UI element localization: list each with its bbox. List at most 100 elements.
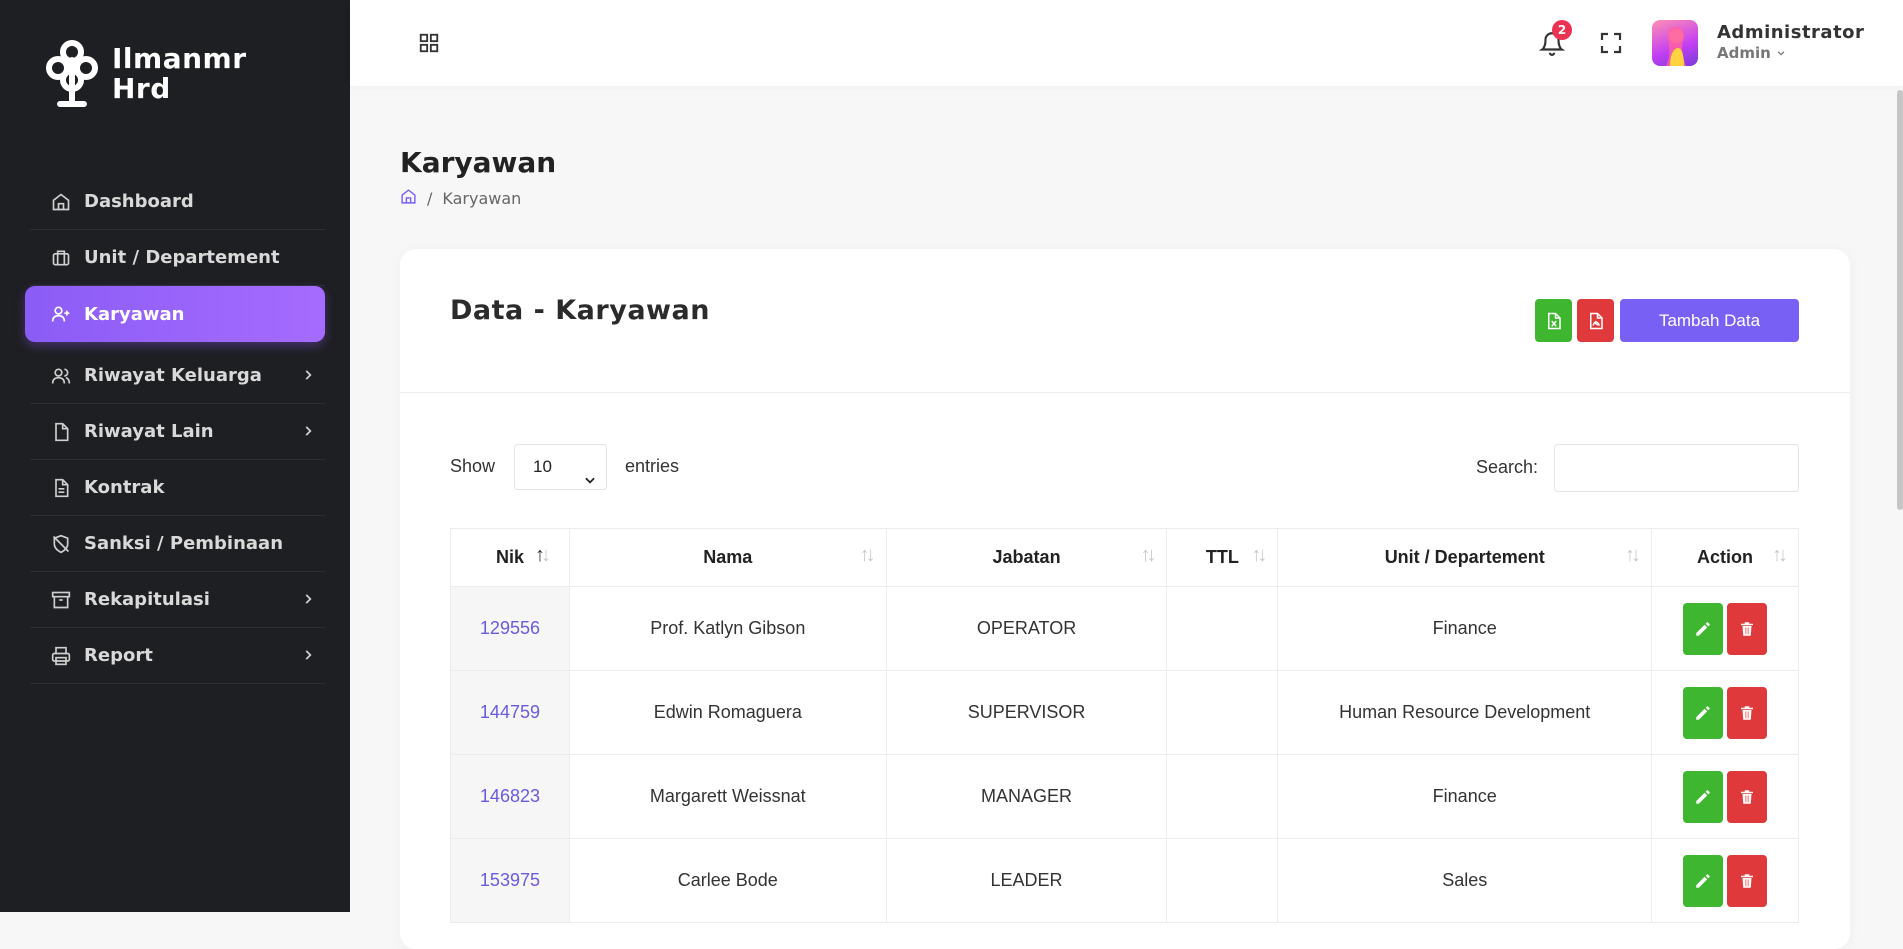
header-label: Nik: [495, 547, 524, 567]
sidebar-item-unit-departement[interactable]: Unit / Departement: [30, 230, 325, 286]
file-excel-icon: [1547, 312, 1561, 329]
printer-icon: [50, 645, 72, 667]
chevron-right-icon: [301, 590, 315, 611]
nik-link[interactable]: 129556: [450, 586, 570, 671]
sidebar-item-label: Dashboard: [84, 191, 194, 212]
sidebar-item-rekapitulasi[interactable]: Rekapitulasi: [30, 572, 325, 628]
cell-jabatan: MANAGER: [885, 754, 1168, 839]
search-input[interactable]: [1554, 444, 1799, 492]
fullscreen-icon[interactable]: [1599, 31, 1623, 59]
add-data-button[interactable]: Tambah Data: [1620, 299, 1799, 342]
delete-button[interactable]: [1727, 854, 1768, 907]
shield-off-icon: [50, 533, 72, 555]
column-header-ttl[interactable]: TTL ↑↓: [1166, 528, 1279, 587]
pencil-icon: [1696, 789, 1710, 804]
cell-ttl: [1166, 754, 1279, 839]
sidebar-item-kontrak[interactable]: Kontrak: [30, 460, 325, 516]
export-excel-button[interactable]: [1535, 299, 1572, 342]
cell-unit: Finance: [1277, 586, 1653, 671]
cell-unit: Finance: [1277, 754, 1653, 839]
cell-jabatan: SUPERVISOR: [885, 670, 1168, 755]
divider: [400, 392, 1850, 393]
chevron-right-icon: [301, 422, 315, 443]
avatar[interactable]: [1652, 20, 1698, 66]
header-label: TTL: [1205, 547, 1239, 567]
trash-icon: [1741, 705, 1754, 720]
file-text-icon: [50, 477, 72, 499]
sidebar-item-sanksi-pembinaan[interactable]: Sanksi / Pembinaan: [30, 516, 325, 572]
page-size-select[interactable]: 10: [514, 444, 607, 490]
table-header-row: Nik ↑↓ Nama ↑↓ Jabatan ↑↓ TTL ↑↓ Unit / …: [450, 528, 1799, 587]
show-label: Show: [450, 456, 496, 476]
apps-grid-icon[interactable]: [418, 32, 440, 58]
column-header-unit[interactable]: Unit / Departement ↑↓: [1277, 528, 1653, 587]
nik-link[interactable]: 144759: [450, 670, 570, 755]
chevron-down-icon: [1776, 44, 1786, 62]
cell-action: [1651, 586, 1799, 671]
edit-button[interactable]: [1683, 770, 1724, 823]
sidebar-item-riwayat-lain[interactable]: Riwayat Lain: [30, 404, 325, 460]
sidebar-item-label: Sanksi / Pembinaan: [84, 533, 284, 554]
export-pdf-button[interactable]: [1577, 299, 1614, 342]
sort-icon: ↑↓: [859, 544, 876, 566]
cell-jabatan: LEADER: [885, 838, 1168, 923]
sidebar-item-label: Karyawan: [84, 303, 185, 325]
home-icon[interactable]: [400, 188, 417, 209]
table-row: 146823 Margarett Weissnat MANAGER Financ…: [450, 754, 1799, 839]
delete-button[interactable]: [1727, 770, 1768, 823]
sidebar-item-label: Riwayat Lain: [84, 421, 214, 442]
file-icon: [50, 421, 72, 443]
header-label: Action: [1697, 547, 1754, 567]
cell-nama: Prof. Katlyn Gibson: [568, 586, 887, 671]
sort-asc-icon: ↑↓: [535, 544, 551, 566]
archive-icon: [50, 589, 72, 611]
trash-icon: [1741, 789, 1754, 804]
chevron-down-icon: [583, 460, 597, 504]
cell-nama: Edwin Romaguera: [568, 670, 887, 755]
sidebar-item-dashboard[interactable]: Dashboard: [30, 174, 325, 230]
cell-ttl: [1166, 586, 1279, 671]
tree-logo-icon: [46, 40, 98, 107]
column-header-nama[interactable]: Nama ↑↓: [568, 528, 887, 587]
column-header-jabatan[interactable]: Jabatan ↑↓: [885, 528, 1168, 587]
nik-link[interactable]: 146823: [450, 754, 570, 839]
home-icon: [50, 191, 72, 213]
edit-button[interactable]: [1683, 854, 1724, 907]
cell-nama: Carlee Bode: [568, 838, 887, 923]
sidebar-item-label: Report: [84, 645, 153, 666]
brand-logo[interactable]: Ilmanmr Hrd: [44, 38, 282, 110]
column-header-action[interactable]: Action ↑↓: [1651, 528, 1799, 587]
cell-ttl: [1166, 670, 1279, 755]
delete-button[interactable]: [1727, 686, 1768, 739]
sort-icon: ↑↓: [1251, 544, 1267, 566]
trash-icon: [1741, 873, 1754, 888]
page-scrollbar[interactable]: [1897, 90, 1903, 510]
table-row: 144759 Edwin Romaguera SUPERVISOR Human …: [450, 670, 1799, 755]
header-label: Nama: [703, 547, 753, 567]
sort-icon: ↑↓: [1772, 544, 1788, 566]
column-header-nik[interactable]: Nik ↑↓: [450, 528, 570, 587]
user-role-dropdown[interactable]: Admin: [1717, 44, 1786, 62]
cell-unit: Sales: [1277, 838, 1653, 923]
briefcase-icon: [50, 247, 72, 269]
nik-link[interactable]: 153975: [450, 838, 570, 923]
sidebar-item-label: Rekapitulasi: [84, 589, 210, 610]
user-name[interactable]: Administrator: [1717, 22, 1864, 43]
breadcrumb-current: Karyawan: [442, 189, 522, 208]
edit-button[interactable]: [1683, 686, 1724, 739]
delete-button[interactable]: [1727, 602, 1768, 655]
page-size-value: 10: [533, 457, 552, 476]
user-role-label: Admin: [1717, 44, 1771, 62]
sidebar-item-riwayat-keluarga[interactable]: Riwayat Keluarga: [30, 348, 325, 404]
cell-ttl: [1166, 838, 1279, 923]
sort-icon: ↑↓: [1140, 544, 1156, 566]
cell-action: [1651, 838, 1799, 923]
entries-label: entries: [625, 456, 680, 476]
cell-unit: Human Resource Development: [1277, 670, 1653, 755]
sidebar-item-report[interactable]: Report: [30, 628, 325, 684]
sidebar-item-karyawan[interactable]: Karyawan: [25, 286, 325, 342]
breadcrumb: / Karyawan: [400, 188, 521, 209]
users-icon: [50, 365, 72, 387]
cell-nama: Margarett Weissnat: [568, 754, 887, 839]
edit-button[interactable]: [1683, 602, 1724, 655]
